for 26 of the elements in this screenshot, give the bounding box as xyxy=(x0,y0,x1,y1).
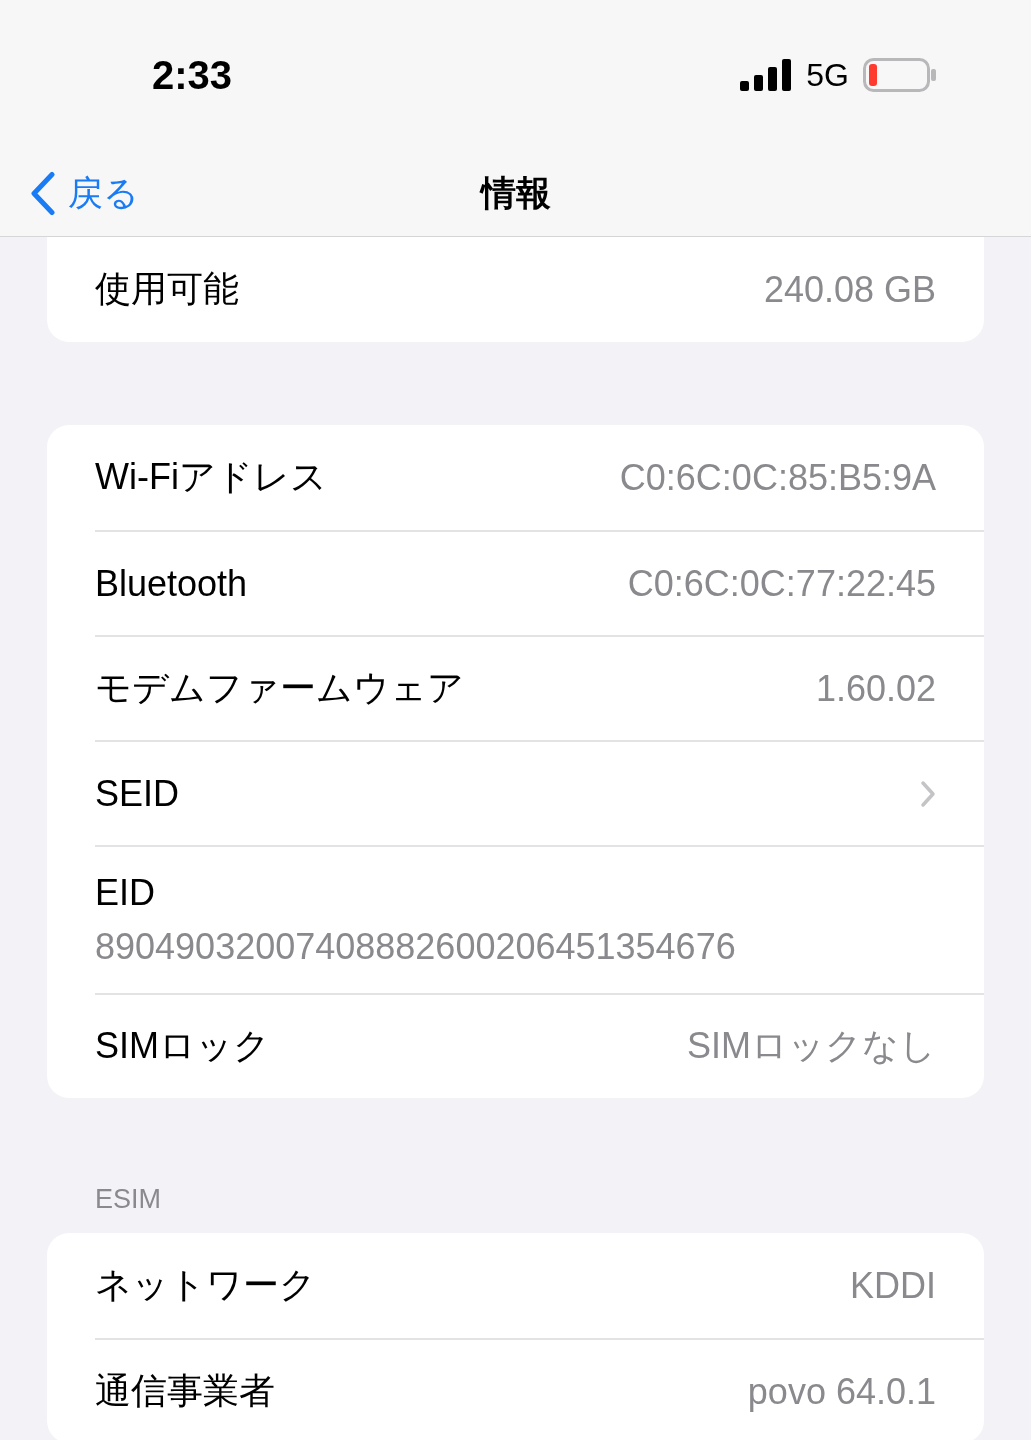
row-value: 89049032007408882600206451354676 xyxy=(95,926,736,968)
row-label: 通信事業者 xyxy=(95,1369,275,1413)
row-label: ネットワーク xyxy=(95,1263,316,1307)
list-row[interactable]: SEID xyxy=(95,740,984,845)
row-label: Wi-Fiアドレス xyxy=(95,455,327,499)
status-time: 2:33 xyxy=(152,52,233,98)
back-button[interactable]: 戻る xyxy=(30,169,139,217)
signal-icon xyxy=(740,59,793,91)
row-value: C0:6C:0C:85:B5:9A xyxy=(619,456,936,499)
row-label: SIMロック xyxy=(95,1024,270,1068)
chevron-icon xyxy=(920,779,936,808)
row-value: C0:6C:0C:77:22:45 xyxy=(627,562,936,605)
page-title: 情報 xyxy=(480,171,551,214)
row-label: 使用可能 xyxy=(95,267,239,311)
row-value: KDDI xyxy=(850,1264,936,1307)
chevron-left-icon xyxy=(30,171,56,215)
section-header: ESIM xyxy=(95,1184,161,1215)
row-label: EID xyxy=(95,872,155,914)
row-label: Bluetooth xyxy=(95,562,248,605)
row-value: 1.60.02 xyxy=(815,667,936,710)
row-value: 240.08 GB xyxy=(763,268,936,311)
row-value: povo 64.0.1 xyxy=(747,1370,936,1413)
row-label: モデムファームウェア xyxy=(95,666,464,710)
row-value: SIMロックなし xyxy=(687,1024,936,1068)
battery-icon xyxy=(863,58,937,92)
network-type: 5G xyxy=(806,56,849,94)
